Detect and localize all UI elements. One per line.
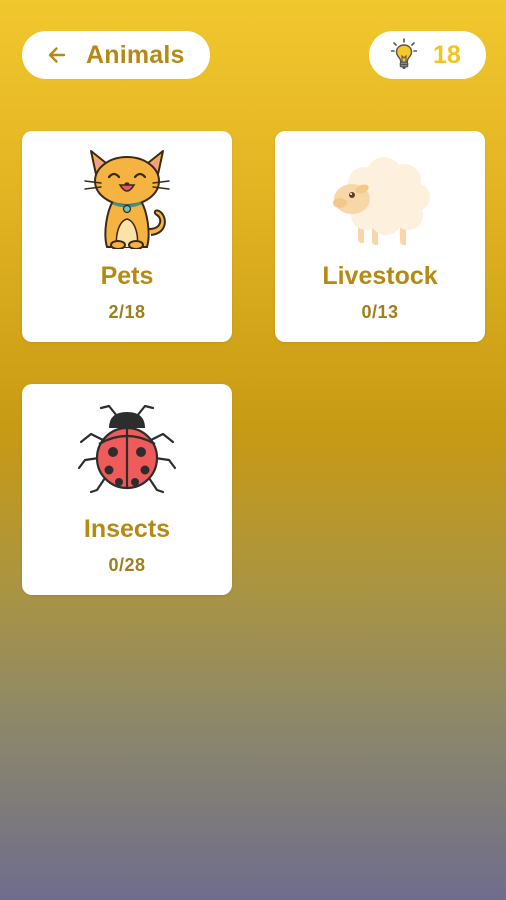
category-name: Pets <box>100 262 154 290</box>
category-name: Livestock <box>322 262 438 290</box>
page-title: Animals <box>86 40 185 69</box>
lightbulb-icon <box>391 38 417 72</box>
category-card-insects[interactable]: Insects 0/28 <box>22 384 232 595</box>
arrow-left-icon[interactable] <box>46 44 68 66</box>
category-card-pets[interactable]: Pets 2/18 <box>22 131 232 342</box>
cat-icon <box>84 150 170 249</box>
sheep-icon <box>333 157 430 245</box>
category-card-livestock[interactable]: Livestock 0/13 <box>275 131 485 342</box>
category-progress: 2/18 <box>108 302 146 322</box>
back-title-pill[interactable]: Animals <box>22 31 210 79</box>
ladybug-icon <box>77 404 177 494</box>
hint-count: 18 <box>433 40 461 69</box>
category-name: Insects <box>83 515 171 543</box>
hints-pill[interactable]: 18 <box>369 31 486 79</box>
category-progress: 0/28 <box>108 555 146 575</box>
category-progress: 0/13 <box>361 302 399 322</box>
